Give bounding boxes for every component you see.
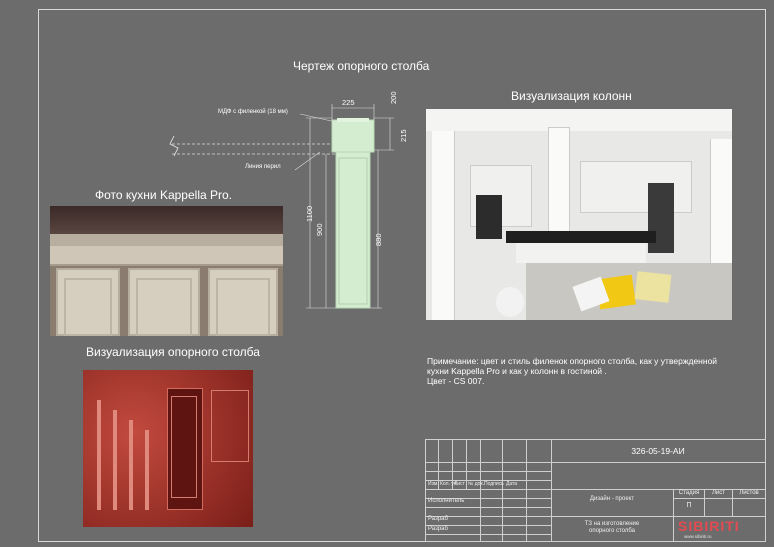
- doc-title-1: ТЗ на изготовление: [584, 521, 640, 527]
- note-line-2: кухни Kappella Pro и как у колонн в гост…: [427, 366, 607, 376]
- note-line-1: Примечание: цвет и стиль филенок опорног…: [427, 356, 718, 366]
- title-block: 326-05-19-АИ Изм. Кол. уч. Лист № док. П…: [425, 439, 766, 542]
- list-label: Лист: [711, 490, 726, 496]
- stadia-value: П: [686, 502, 692, 509]
- dim-top: 200: [389, 91, 398, 104]
- dim-rail: 900: [315, 223, 324, 236]
- logo-url: www.sibiriti.ru: [684, 534, 712, 539]
- dim-body: 880: [374, 233, 383, 246]
- post-viz-title: Визуализация опорного столба: [86, 345, 260, 359]
- dim-cap: 215: [399, 129, 408, 142]
- columns-visualization: [426, 109, 732, 320]
- dim-width: 225: [342, 98, 355, 107]
- col-podp: Подпись: [484, 481, 504, 487]
- kitchen-photo-title: Фото кухни Kappella Pro.: [95, 188, 232, 202]
- mdf-label: МДФ с филенкой (18 мм): [218, 109, 288, 115]
- drawing-title: Чертеж опорного столба: [293, 59, 430, 73]
- post-visualization: [83, 370, 253, 527]
- sibiriti-logo: SIBIRITI: [678, 518, 740, 534]
- col-izm: Изм.: [428, 481, 439, 487]
- kitchen-photo: [50, 206, 283, 336]
- ispolnitel: Исполнитель: [428, 498, 465, 504]
- doc-title-2: опорного столба: [589, 528, 635, 534]
- razrab-1: Разраб: [428, 516, 448, 522]
- columns-viz-title: Визуализация колонн: [511, 89, 632, 103]
- col-data: Дата: [506, 481, 518, 487]
- rail-label: Линия перил: [245, 164, 281, 170]
- note-line-3: Цвет - CS 007.: [427, 376, 485, 386]
- col-ndoc: № док.: [468, 481, 485, 487]
- razrab-2: Разраб: [428, 526, 448, 532]
- stadia-label: Стадия: [678, 490, 700, 496]
- listov-label: Листов: [739, 490, 759, 496]
- note: Примечание: цвет и стиль филенок опорног…: [427, 356, 767, 386]
- project-type: Дизайн - проект: [589, 496, 635, 502]
- doc-code: 326-05-19-АИ: [631, 446, 685, 456]
- dim-total: 1100: [305, 205, 314, 222]
- col-list: Лист: [454, 481, 465, 487]
